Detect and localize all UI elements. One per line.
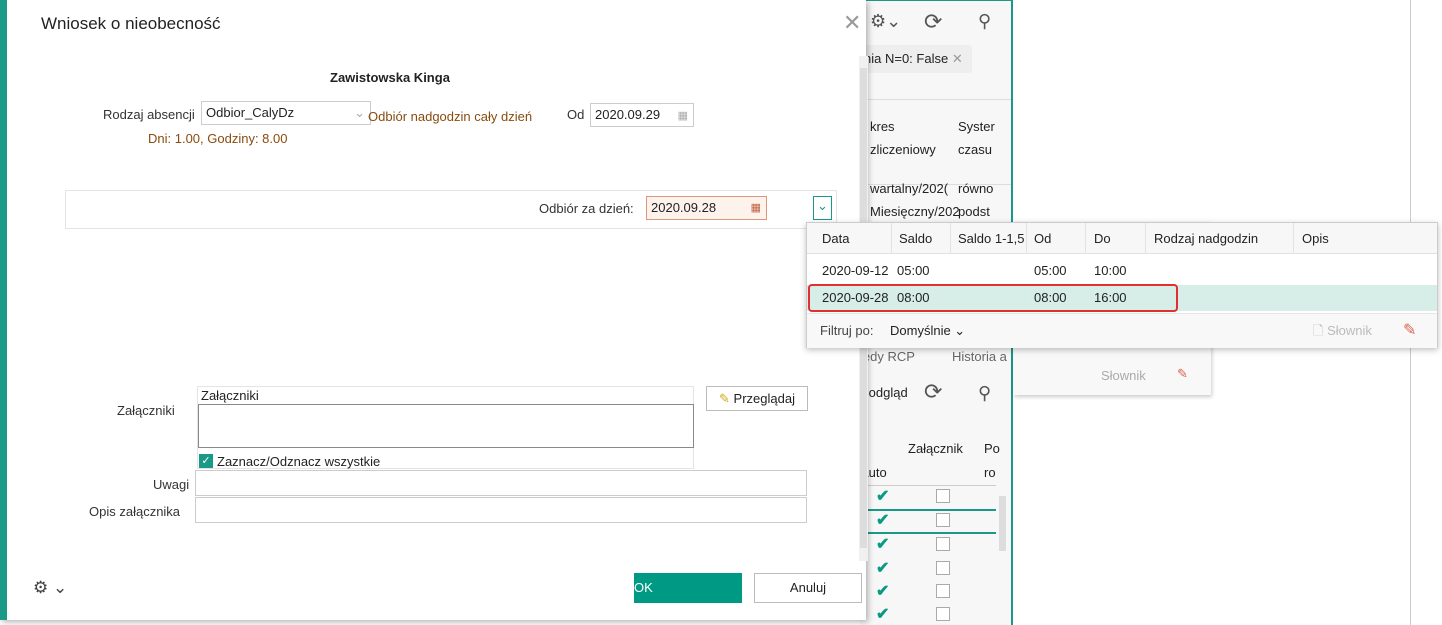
pickup-section: Odbiór za dzień: 2020.09.28 ▦ ⌄ <box>65 190 837 229</box>
tab-history[interactable]: Historia a <box>952 349 1007 364</box>
search-icon[interactable]: ⚲ <box>978 383 991 404</box>
calendar-icon[interactable]: ▦ <box>751 201 761 214</box>
eraser-icon: ✎ <box>1177 366 1188 381</box>
pickup-date-input[interactable]: 2020.09.28 ▦ <box>646 196 767 220</box>
dropdown-toggle-button[interactable]: ⌄ <box>813 196 832 220</box>
settings-icon[interactable]: ⚙ ⌄ <box>33 578 67 598</box>
eraser-icon[interactable]: ✎ <box>1403 320 1416 340</box>
refresh-icon[interactable]: ⟳ <box>924 379 942 405</box>
browse-button[interactable]: ✎ Przeglądaj <box>706 386 808 411</box>
browse-icon: ✎ <box>719 391 730 406</box>
attachment-description-input[interactable] <box>195 497 807 523</box>
scrollbar[interactable] <box>999 496 1006 551</box>
absence-type-select[interactable]: Odbior_CalyDz ⌄ <box>201 101 371 125</box>
attachments-box: Załączniki ✓ Zaznacz/Odznacz wszystkie <box>197 386 694 469</box>
cancel-button[interactable]: Anuluj <box>754 573 862 603</box>
remarks-input[interactable] <box>195 470 807 496</box>
highlight-box <box>808 284 1178 312</box>
filter-chip[interactable]: nia N=0: False ✕ <box>860 45 972 73</box>
attachments-list[interactable] <box>198 404 694 448</box>
chevron-down-icon: ⌄ <box>354 105 365 120</box>
from-date-input[interactable]: 2020.09.29 ▦ <box>590 103 694 127</box>
filter-dropdown[interactable]: Domyślnie ⌄ <box>890 323 965 339</box>
close-icon[interactable]: ✕ <box>843 10 861 36</box>
calendar-icon[interactable]: ▦ <box>678 109 688 122</box>
employee-name: Zawistowska Kinga <box>330 70 450 85</box>
absence-request-dialog: Wniosek o nieobecność ✕ Zawistowska King… <box>0 0 868 620</box>
dictionary-button[interactable]: 🗋 Słownik <box>1313 322 1372 344</box>
table-row[interactable]: 2020-09-12 05:00 05:00 10:00 <box>807 263 1437 285</box>
select-all-checkbox[interactable]: ✓ <box>199 454 213 468</box>
document-info-icon: 🗋 <box>1313 323 1324 338</box>
settings-icon[interactable]: ⚙⌄ <box>870 11 901 32</box>
refresh-icon[interactable]: ⟳ <box>924 9 942 35</box>
tab-rcp[interactable]: łędy RCP <box>860 349 915 364</box>
dialog-title: Wniosek o nieobecność <box>41 14 221 33</box>
overtime-picker-popup: Data Saldo Saldo 1-1,5 Od Do Rodzaj nadg… <box>806 222 1438 348</box>
ok-button[interactable]: OK <box>634 573 742 603</box>
search-icon[interactable]: ⚲ <box>978 11 991 32</box>
